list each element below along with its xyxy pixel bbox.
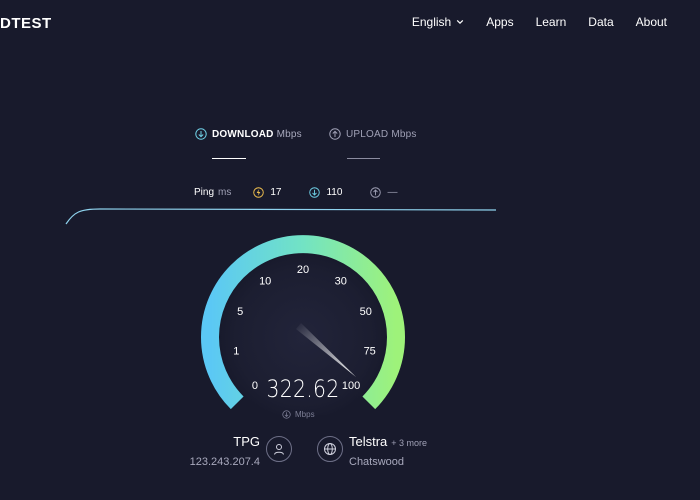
server-location: Chatswood xyxy=(349,456,405,468)
isp-ip: 123.243.207.4 xyxy=(189,456,260,468)
gauge-tick-100: 100 xyxy=(342,380,360,392)
gauge-tick-50: 50 xyxy=(360,306,372,318)
server-name[interactable]: Telstra xyxy=(349,434,387,449)
main-nav: English Apps Learn Data About xyxy=(412,15,700,29)
upload-label: UPLOAD xyxy=(346,128,389,140)
server-info: Telstra + 3 more Chatswood xyxy=(349,434,427,468)
speed-unit: Mbps xyxy=(282,410,315,419)
ping-idle: 17 xyxy=(253,187,281,198)
nav-language[interactable]: English xyxy=(412,15,464,29)
gauge-tick-1: 1 xyxy=(233,345,239,357)
upload-arrow-icon xyxy=(329,128,341,140)
top-bar: DTEST English Apps Learn Data About xyxy=(0,0,700,46)
gauge-tick-5: 5 xyxy=(237,306,243,318)
logo[interactable]: DTEST xyxy=(0,15,52,32)
download-label: DOWNLOAD xyxy=(212,128,274,140)
ping-label: Ping xyxy=(194,186,215,198)
nav-apps[interactable]: Apps xyxy=(486,15,513,29)
upload-arrow-icon xyxy=(370,186,382,198)
upload-tab-underline xyxy=(347,158,380,159)
upload-unit: Mbps xyxy=(391,128,417,140)
download-arrow-icon xyxy=(282,410,291,419)
gauge-tick-10: 10 xyxy=(259,276,271,288)
nav-language-label: English xyxy=(411,15,452,29)
ping-idle-value: 17 xyxy=(270,186,282,198)
server-more-link[interactable]: + 3 more xyxy=(391,438,427,448)
gauge-tick-75: 75 xyxy=(364,345,376,357)
globe-icon[interactable] xyxy=(317,436,343,462)
result-tabs: DOWNLOAD Mbps UPLOAD Mbps xyxy=(0,128,700,162)
ping-download-value: 110 xyxy=(326,186,343,198)
isp-info: TPG 123.243.207.4 xyxy=(150,434,260,468)
ping-unit: ms xyxy=(218,186,232,198)
ping-upload-value: — xyxy=(387,186,398,198)
download-arrow-icon xyxy=(195,128,207,140)
gauge-tick-0: 0 xyxy=(252,380,258,392)
tab-download[interactable]: DOWNLOAD Mbps xyxy=(195,128,302,140)
download-tab-underline xyxy=(212,158,246,159)
gauge-tick-20: 20 xyxy=(297,264,309,276)
download-arrow-icon xyxy=(309,186,321,198)
server-name-row: Telstra + 3 more xyxy=(349,434,427,449)
nav-about[interactable]: About xyxy=(636,15,667,29)
idle-latency-icon xyxy=(253,186,265,198)
ping-upload: — xyxy=(370,187,397,198)
download-unit: Mbps xyxy=(276,128,302,140)
isp-name: TPG xyxy=(233,434,260,449)
tab-upload[interactable]: UPLOAD Mbps xyxy=(329,128,417,140)
speed-value: 322.62 xyxy=(266,375,340,403)
speed-unit-label: Mbps xyxy=(295,410,315,419)
ping-row: Ping ms 17 110 — xyxy=(194,185,425,199)
nav-learn[interactable]: Learn xyxy=(536,15,567,29)
gauge-tick-30: 30 xyxy=(335,276,347,288)
chevron-down-icon xyxy=(456,19,464,25)
ping-download: 110 xyxy=(309,187,342,198)
user-icon xyxy=(266,436,292,462)
nav-data[interactable]: Data xyxy=(588,15,613,29)
